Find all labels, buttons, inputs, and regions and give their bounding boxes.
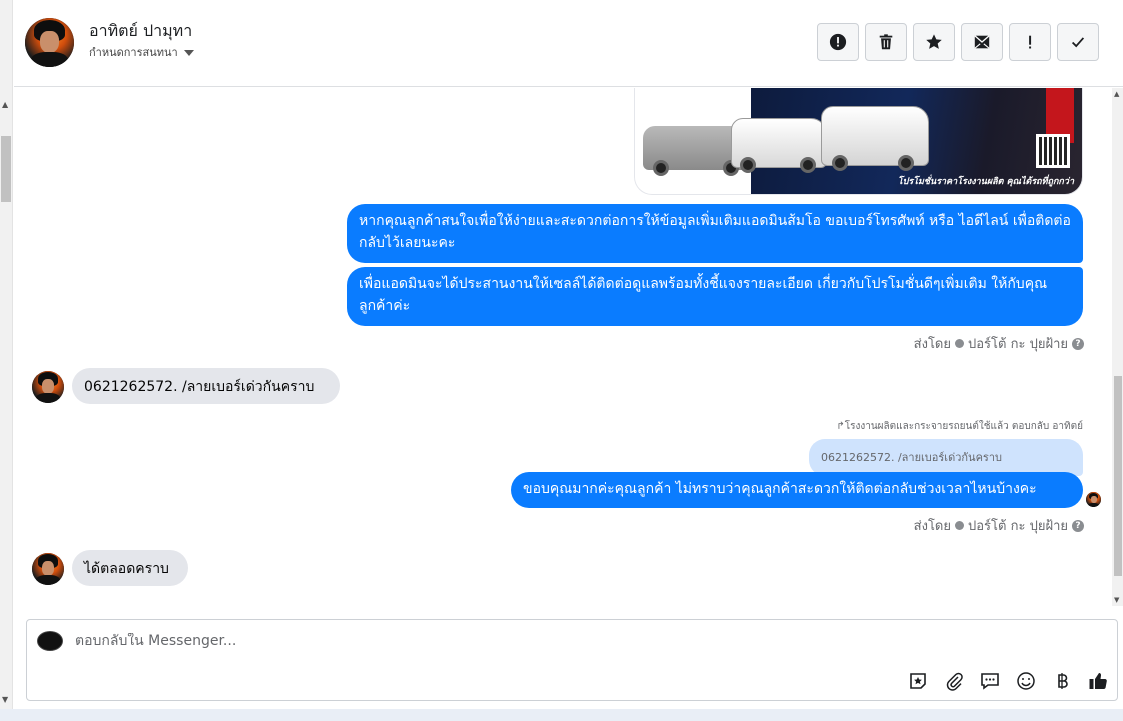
mark-unread-button[interactable]: [961, 23, 1003, 61]
header-toolbar: [817, 23, 1099, 61]
image-caption: โปรโมชั่นราคาโรงงานผลิต คุณได้รถที่ถูกกว…: [897, 177, 1074, 187]
outgoing-message[interactable]: ขอบคุณมากค่ะคุณลูกค้า ไม่ทราบว่าคุณลูกค้…: [511, 472, 1083, 508]
star-button[interactable]: [913, 23, 955, 61]
delete-button[interactable]: [865, 23, 907, 61]
conversation-label-dropdown[interactable]: กำหนดการสนทนา: [89, 43, 194, 61]
reply-note-text: โรงงานผลิตและกระจายรถยนต์ใช้แล้ว ตอบกลับ…: [844, 421, 1083, 432]
conversation-label: กำหนดการสนทนา: [89, 46, 178, 59]
report-button[interactable]: [817, 23, 859, 61]
quoted-message[interactable]: 0621262572. /ลายเบอร์เด่วกันคราบ: [809, 439, 1083, 476]
avatar[interactable]: [32, 371, 64, 403]
conversation-header: อาทิตย์ ปามุทา กำหนดการสนทนา: [14, 0, 1123, 87]
emoji-icon: [1017, 672, 1035, 690]
sent-by-name: ปอร์โต้ กะ ปุยฝ้าย: [968, 519, 1068, 534]
important-button[interactable]: [1009, 23, 1051, 61]
page-avatar: [37, 631, 63, 651]
sent-by-name: ปอร์โต้ กะ ปุยฝ้าย: [968, 337, 1068, 352]
emoji-button[interactable]: [1015, 670, 1037, 692]
mark-done-button[interactable]: [1057, 23, 1099, 61]
mail-icon: [974, 35, 990, 49]
sent-by-info: ส่งโดย ปอร์โต้ กะ ปุยฝ้าย ?: [914, 333, 1084, 354]
promo-image[interactable]: โปรโมชั่นราคาโรงงานผลิต คุณได้รถที่ถูกกว…: [634, 88, 1083, 195]
sticker-icon: [910, 673, 926, 689]
attach-button[interactable]: [943, 670, 965, 692]
contact-name[interactable]: อาทิตย์ ปามุทา: [89, 19, 192, 44]
like-icon: [1089, 673, 1107, 690]
star-icon: [926, 34, 942, 49]
sent-status-icon: [955, 339, 964, 348]
reply-indicator: ↱โรงงานผลิตและกระจายรถยนต์ใช้แล้ว ตอบกลั…: [836, 419, 1083, 434]
seen-avatar: [1086, 492, 1101, 507]
composer-area: [14, 606, 1123, 709]
report-icon: [829, 33, 847, 51]
baht-icon: [1058, 673, 1068, 689]
message-thread[interactable]: โปรโมชั่นราคาโรงงานผลิต คุณได้รถที่ถูกกว…: [14, 88, 1112, 606]
sent-by-label: ส่งโดย: [913, 519, 951, 534]
sent-by-info: ส่งโดย ปอร์โต้ กะ ปุยฝ้าย ?: [914, 515, 1084, 536]
composer-toolbar: [907, 670, 1109, 692]
check-icon: [1071, 37, 1085, 48]
scroll-down-icon[interactable]: ▼: [2, 695, 8, 704]
page-scrollbar[interactable]: ▲ ▼: [0, 0, 13, 721]
incoming-message[interactable]: 0621262572. /ลายเบอร์เด่วกันคราบ: [72, 368, 340, 404]
sticker-button[interactable]: [907, 670, 929, 692]
page-scrollbar-thumb[interactable]: [1, 136, 11, 202]
window-bottom-edge: [0, 709, 1123, 721]
attachment-icon: [946, 672, 963, 691]
scroll-down-icon[interactable]: ▼: [1114, 596, 1119, 604]
saved-reply-icon: [981, 673, 999, 690]
saved-replies-button[interactable]: [979, 670, 1001, 692]
help-icon[interactable]: ?: [1072, 337, 1084, 350]
outgoing-message[interactable]: เพื่อแอดมินจะได้ประสานงานให้เซลล์ได้ติดต…: [347, 267, 1083, 326]
qr-code: [1036, 134, 1070, 168]
sent-by-label: ส่งโดย: [913, 337, 951, 352]
avatar[interactable]: [32, 553, 64, 585]
sent-status-icon: [955, 521, 964, 530]
reply-input[interactable]: [75, 633, 775, 649]
scroll-up-icon[interactable]: ▲: [1114, 90, 1119, 98]
trash-icon: [879, 34, 893, 50]
outgoing-message[interactable]: หากคุณลูกค้าสนใจเพื่อให้ง่ายและสะดวกต่อก…: [347, 204, 1083, 263]
reply-arrow-icon: ↱: [836, 421, 845, 432]
composer[interactable]: [26, 619, 1118, 701]
help-icon[interactable]: ?: [1072, 519, 1084, 532]
like-button[interactable]: [1087, 670, 1109, 692]
thread-scrollbar[interactable]: ▲ ▼: [1112, 88, 1123, 606]
payment-button[interactable]: [1051, 670, 1073, 692]
important-icon: [1029, 35, 1032, 49]
thread-scrollbar-thumb[interactable]: [1114, 376, 1122, 576]
scroll-up-icon[interactable]: ▲: [2, 100, 8, 109]
avatar[interactable]: [25, 18, 74, 67]
caret-down-icon: [183, 50, 194, 56]
incoming-message[interactable]: ได้ตลอดคราบ: [72, 550, 188, 586]
